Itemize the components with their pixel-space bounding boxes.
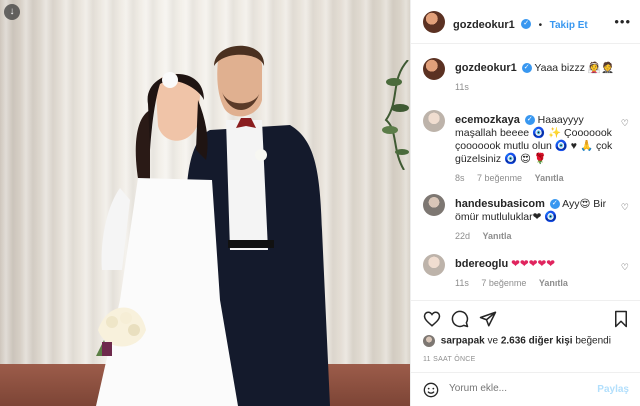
comment-item: ecemozkaya ✓ Haaayyyy maşallah beeee 🧿 ✨…: [411, 110, 640, 188]
comment-time[interactable]: 8s: [455, 173, 465, 183]
emoji-icon[interactable]: [423, 382, 439, 398]
comment-body: ecemozkaya ✓ Haaayyyy maşallah beeee 🧿 ✨…: [455, 114, 615, 185]
heart-icon[interactable]: ♡: [621, 202, 629, 213]
comment-username[interactable]: bdereoglu: [455, 258, 508, 270]
comment-item: bdereoglu ❤❤❤❤❤ 11s 7 beğenme Yanıtla ♡: [411, 254, 640, 298]
action-bar: [411, 306, 640, 334]
comment-meta: 11s 7 beğenme Yanıtla: [455, 277, 615, 290]
divider: [411, 300, 640, 301]
header-user-row: gozdeokur1 ✓ • Takip Et: [453, 15, 588, 33]
share-icon[interactable]: [479, 310, 497, 328]
comment-input[interactable]: [449, 383, 589, 394]
reply-button[interactable]: Yanıtla: [535, 173, 564, 183]
likes-count[interactable]: 2.636 diğer kişi: [501, 336, 573, 347]
comment-time[interactable]: 11s: [455, 278, 469, 288]
post-timestamp[interactable]: 11 SAAT ÖNCE: [423, 356, 476, 363]
avatar[interactable]: [423, 11, 445, 33]
liker-username[interactable]: sarpapak: [441, 336, 485, 347]
comment-item: handesubasicom ✓ Ayy😍 Bir ömür mutlulukl…: [411, 194, 640, 246]
comment-username[interactable]: handesubasicom: [455, 198, 545, 210]
avatar[interactable]: [423, 335, 435, 347]
post-comment-button[interactable]: Paylaş: [597, 384, 629, 395]
comment-username[interactable]: ecemozkaya: [455, 114, 520, 126]
comment-likes[interactable]: 7 beğenme: [477, 173, 522, 183]
reply-button[interactable]: Yanıtla: [539, 278, 568, 288]
couple-figure: [96, 45, 330, 406]
heart-icon[interactable]: ♡: [621, 262, 629, 273]
comments-list: gozdeokur1 ✓ Yaaa bizzz 👰🤵 11s ecemozkay…: [411, 48, 640, 304]
likes-connector: ve: [487, 335, 499, 347]
comment-body: handesubasicom ✓ Ayy😍 Bir ömür mutlulukl…: [455, 198, 615, 243]
likes-summary: sarpapak ve 2.636 diğer kişi beğendi: [423, 335, 611, 347]
likes-suffix: beğendi: [575, 335, 611, 347]
comment-icon[interactable]: [451, 310, 469, 328]
verified-icon: ✓: [549, 199, 560, 210]
comment-meta: 22d Yanıtla: [455, 230, 615, 243]
header-username[interactable]: gozdeokur1: [453, 19, 515, 31]
bookmark-icon[interactable]: [613, 310, 629, 328]
follow-button[interactable]: Takip Et: [550, 20, 588, 31]
post-photo[interactable]: ↓: [0, 0, 410, 406]
caption-meta: 11s: [455, 81, 615, 94]
post-header: gozdeokur1 ✓ • Takip Et •••: [411, 0, 640, 44]
avatar[interactable]: [423, 194, 445, 216]
verified-icon: ✓: [521, 63, 532, 74]
comment-body: bdereoglu ❤❤❤❤❤ 11s 7 beğenme Yanıtla: [455, 258, 615, 290]
avatar[interactable]: [423, 254, 445, 276]
avatar[interactable]: [423, 110, 445, 132]
add-comment-bar: Paylaş: [411, 372, 640, 406]
heart-icon[interactable]: [423, 310, 441, 328]
separator-dot: •: [538, 20, 543, 31]
verified-icon: ✓: [524, 115, 535, 126]
caption-username[interactable]: gozdeokur1: [455, 62, 517, 74]
heart-icon[interactable]: ♡: [621, 118, 629, 129]
caption-item: gozdeokur1 ✓ Yaaa bizzz 👰🤵 11s: [411, 58, 640, 102]
comment-likes[interactable]: 7 beğenme: [481, 278, 526, 288]
post-side-panel: gozdeokur1 ✓ • Takip Et ••• gozdeokur1 ✓…: [410, 0, 640, 406]
comment-time[interactable]: 22d: [455, 231, 470, 241]
caption-text: Yaaa bizzz 👰🤵: [534, 62, 615, 74]
more-horizontal-icon[interactable]: •••: [614, 14, 631, 29]
verified-icon: ✓: [521, 18, 532, 29]
caption-time[interactable]: 11s: [455, 82, 469, 92]
download-arrow-icon[interactable]: ↓: [4, 4, 20, 20]
comment-text: ❤❤❤❤❤: [511, 258, 556, 270]
reply-button[interactable]: Yanıtla: [483, 231, 512, 241]
avatar[interactable]: [423, 58, 445, 80]
comment-meta: 8s 7 beğenme Yanıtla: [455, 172, 615, 185]
caption-body: gozdeokur1 ✓ Yaaa bizzz 👰🤵 11s: [455, 62, 615, 94]
